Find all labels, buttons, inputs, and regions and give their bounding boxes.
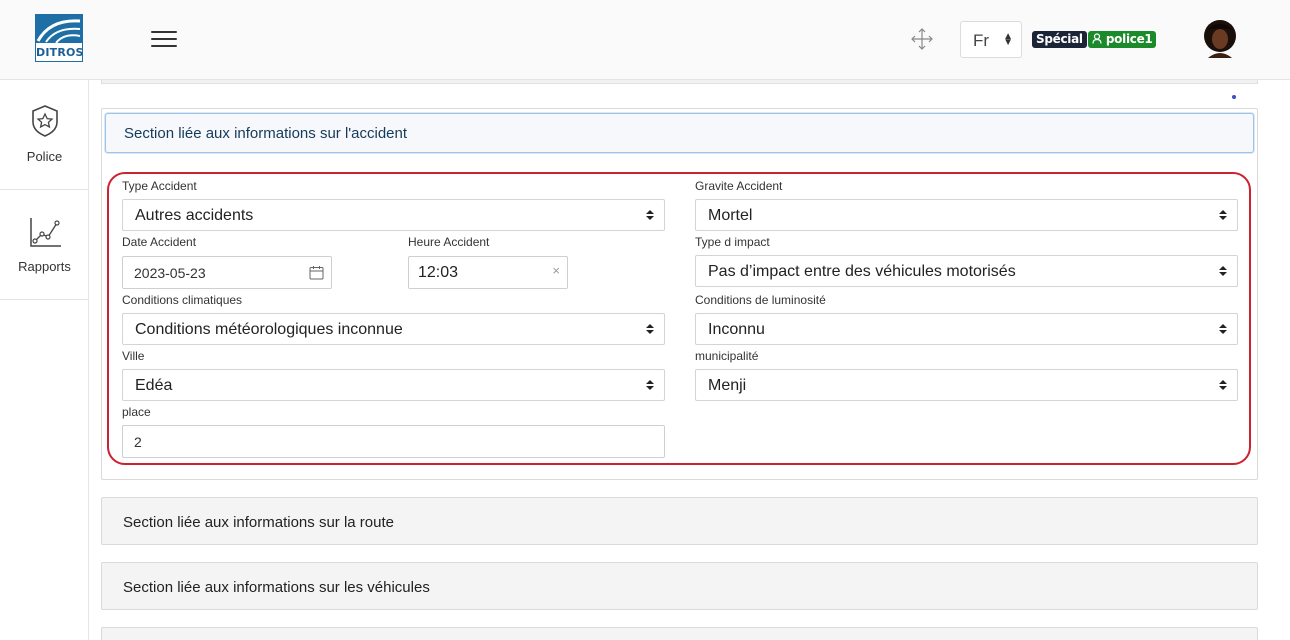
vehicules-section-header[interactable]: Section liée aux informations sur les vé… bbox=[101, 562, 1258, 610]
municipalite-select[interactable]: Menji bbox=[695, 369, 1238, 401]
conditions-luminosite-value: Inconnu bbox=[708, 321, 765, 338]
sidebar: Police Rapports bbox=[0, 80, 89, 640]
select-caret-icon bbox=[646, 380, 654, 392]
gravite-accident-label: Gravite Accident bbox=[695, 179, 783, 193]
fullscreen-move-icon[interactable] bbox=[910, 27, 934, 51]
heure-accident-input[interactable]: 12:03 × bbox=[408, 256, 568, 289]
type-accident-select[interactable]: Autres accidents bbox=[122, 199, 665, 231]
conditions-climatiques-select[interactable]: Conditions météorologiques inconnue bbox=[122, 313, 665, 345]
shield-star-icon bbox=[31, 105, 58, 137]
date-accident-label: Date Accident bbox=[122, 235, 197, 249]
select-caret-icon bbox=[1219, 210, 1227, 222]
type-impact-select[interactable]: Pas d’impact entre des véhicules motoris… bbox=[695, 255, 1238, 287]
ville-label: Ville bbox=[122, 349, 145, 363]
conditions-luminosite-label: Conditions de luminosité bbox=[695, 293, 826, 307]
user-name: police1 bbox=[1105, 32, 1153, 46]
logo-road-icon bbox=[36, 15, 82, 43]
select-caret-icon: ▲ ▼ bbox=[1003, 31, 1013, 48]
select-caret-icon bbox=[1219, 324, 1227, 336]
calendar-icon[interactable] bbox=[309, 265, 324, 280]
accident-section-card: Section liée aux informations sur l'acci… bbox=[101, 108, 1258, 480]
ville-select[interactable]: Edéa bbox=[122, 369, 665, 401]
ditros-logo[interactable]: DITROS bbox=[35, 14, 83, 62]
user-icon bbox=[1092, 33, 1102, 44]
select-caret-icon bbox=[1219, 380, 1227, 392]
main-content: Section liée aux informations sur l'acci… bbox=[89, 80, 1290, 640]
ville-value: Edéa bbox=[135, 377, 173, 394]
municipalite-value: Menji bbox=[708, 377, 747, 394]
sidebar-item-label: Police bbox=[26, 149, 63, 164]
place-input[interactable]: 2 bbox=[122, 425, 665, 458]
accident-section-header[interactable]: Section liée aux informations sur l'acci… bbox=[105, 113, 1254, 153]
sidebar-item-police[interactable]: Police bbox=[0, 80, 89, 190]
type-accident-value: Autres accidents bbox=[135, 207, 254, 224]
conditions-luminosite-select[interactable]: Inconnu bbox=[695, 313, 1238, 345]
language-select[interactable]: Fr ▲ ▼ bbox=[960, 21, 1022, 58]
type-accident-label: Type Accident bbox=[122, 179, 197, 193]
next-section-header[interactable] bbox=[101, 627, 1258, 640]
user-badge[interactable]: police1 bbox=[1088, 31, 1157, 48]
language-value: Fr bbox=[973, 31, 990, 50]
conditions-climatiques-label: Conditions climatiques bbox=[122, 293, 243, 307]
select-caret-icon bbox=[1219, 266, 1227, 278]
sidebar-item-rapports[interactable]: Rapports bbox=[0, 190, 89, 300]
avatar[interactable] bbox=[1202, 20, 1238, 58]
type-impact-label: Type d impact bbox=[695, 235, 770, 249]
clear-time-icon[interactable]: × bbox=[552, 263, 560, 278]
route-section-header[interactable]: Section liée aux informations sur la rou… bbox=[101, 497, 1258, 545]
role-badge: Spécial bbox=[1032, 31, 1087, 48]
place-label: place bbox=[122, 405, 151, 419]
heure-accident-label: Heure Accident bbox=[408, 235, 490, 249]
gravite-accident-select[interactable]: Mortel bbox=[695, 199, 1238, 231]
gravite-accident-value: Mortel bbox=[708, 207, 753, 224]
select-caret-icon bbox=[646, 210, 654, 222]
indicator-dot bbox=[1232, 95, 1236, 99]
place-value: 2 bbox=[134, 434, 142, 450]
heure-accident-value: 12:03 bbox=[418, 264, 459, 281]
logo-text: DITROS bbox=[36, 46, 84, 59]
date-accident-value: 2023-05-23 bbox=[134, 265, 206, 281]
menu-toggle-icon[interactable] bbox=[151, 31, 177, 49]
municipalite-label: municipalité bbox=[695, 349, 759, 363]
date-accident-input[interactable]: 2023-05-23 bbox=[122, 256, 332, 289]
type-impact-value: Pas d’impact entre des véhicules motoris… bbox=[708, 263, 1016, 280]
sidebar-item-label: Rapports bbox=[18, 259, 71, 274]
previous-section-edge bbox=[101, 80, 1258, 84]
line-chart-icon bbox=[29, 218, 61, 247]
top-header: DITROS Fr ▲ ▼ Spécial police1 bbox=[0, 0, 1290, 80]
select-caret-icon bbox=[646, 324, 654, 336]
conditions-climatiques-value: Conditions météorologiques inconnue bbox=[135, 321, 403, 338]
